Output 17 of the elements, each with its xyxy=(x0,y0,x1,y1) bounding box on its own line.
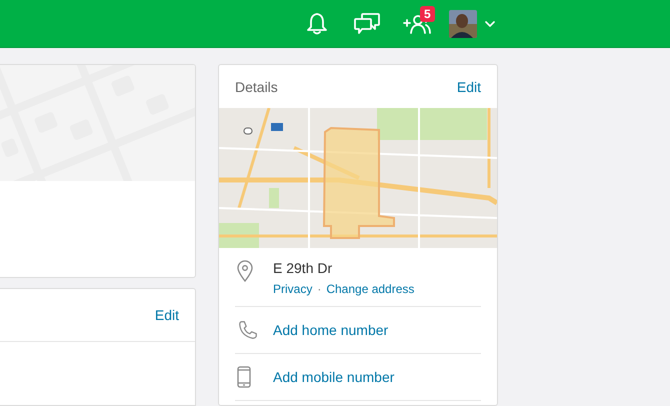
card-title: Details xyxy=(235,78,278,94)
location-pin-icon xyxy=(237,260,253,282)
bell-icon xyxy=(306,12,328,36)
privacy-link[interactable]: Privacy xyxy=(273,282,312,296)
chat-bubbles-icon xyxy=(353,12,381,36)
change-address-link[interactable]: Change address xyxy=(326,282,414,296)
add-number-link[interactable]: Add mobile number xyxy=(273,369,394,385)
friend-requests-button[interactable]: 5 xyxy=(392,0,442,47)
phone-icon xyxy=(237,319,259,341)
chevron-down-icon xyxy=(485,20,495,26)
mobile-phone-icon xyxy=(237,366,251,388)
add-number-link[interactable]: Add home number xyxy=(273,322,388,338)
edit-link[interactable]: Edit xyxy=(154,307,179,323)
edit-link[interactable]: Edit xyxy=(456,78,481,94)
notification-badge: 5 xyxy=(420,6,435,22)
separator-dot: · xyxy=(317,282,322,296)
address-text: E 29th Dr xyxy=(273,260,334,276)
